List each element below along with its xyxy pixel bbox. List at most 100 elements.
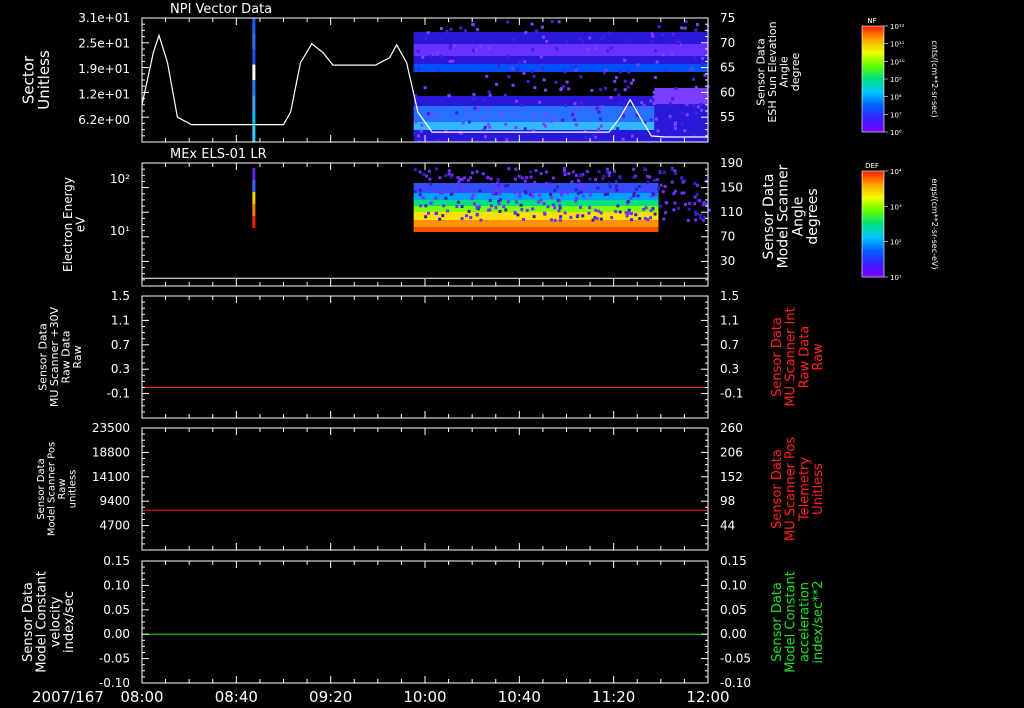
- heatmap-cell: [426, 112, 430, 116]
- heatmap-cell: [598, 117, 602, 121]
- time-tick-label: 08:00: [120, 688, 163, 706]
- heatmap-cell: [693, 195, 697, 199]
- y-tick-label-right: 98: [720, 494, 735, 508]
- heatmap-cell: [627, 208, 631, 212]
- y-tick-label-left: 14100: [92, 470, 130, 484]
- heatmap-cell: [473, 106, 477, 110]
- heatmap-cell: [618, 210, 622, 214]
- heatmap-cell: [447, 169, 451, 173]
- heatmap-cell: [649, 99, 653, 103]
- heatmap-cell: [673, 189, 677, 193]
- heatmap-cell: [426, 31, 430, 35]
- heatmap-cell: [252, 95, 256, 111]
- heatmap-cell: [557, 199, 561, 203]
- heatmap-cell: [559, 88, 563, 92]
- colorbar-tick-label: 10⁹: [890, 76, 902, 84]
- heatmap-cell: [584, 136, 588, 140]
- heatmap-cell: [539, 55, 543, 59]
- heatmap-cell: [685, 102, 689, 106]
- y-tick-label-right: 206: [720, 445, 743, 459]
- heatmap-cell: [456, 200, 460, 204]
- heatmap-cell: [596, 186, 600, 190]
- heatmap-cell: [673, 201, 677, 205]
- heatmap-cell: [252, 33, 256, 49]
- axis-label-line: unitless: [67, 470, 78, 509]
- colorbar-units: ergs/(cm**2-sr-sec-eV): [930, 178, 939, 269]
- heatmap-cell: [536, 200, 540, 204]
- heatmap-cell: [664, 68, 668, 72]
- heatmap-cell: [602, 71, 606, 75]
- heatmap-cell: [590, 106, 594, 110]
- heatmap-cell: [526, 79, 530, 83]
- heatmap-cell: [472, 97, 476, 101]
- heatmap-cell: [469, 216, 473, 220]
- heatmap-cell: [543, 112, 547, 116]
- heatmap-cell: [574, 199, 578, 203]
- heatmap-cell: [597, 170, 601, 174]
- heatmap-cell: [562, 85, 566, 89]
- colorbar-units-text: cnts/(cm**2-sr-sec): [930, 40, 939, 117]
- heatmap-cell: [488, 199, 492, 203]
- heatmap-cell: [424, 215, 428, 219]
- heatmap-cell: [543, 211, 547, 215]
- heatmap-cell: [487, 90, 491, 94]
- heatmap-cell: [252, 168, 256, 180]
- y-axis-label-right-3: Sensor DataMU Scanner IntRaw DataRaw: [770, 307, 826, 406]
- heatmap-cell: [612, 169, 616, 173]
- heatmap-cell: [573, 118, 577, 122]
- heatmap-cell: [511, 38, 515, 42]
- heatmap-cell: [470, 196, 474, 200]
- y-tick-label-left: 2.5e+01: [78, 37, 130, 51]
- y-axis-label-left-5: Sensor DataModel Constantvelocityindex/s…: [21, 571, 77, 673]
- heatmap-cell: [421, 55, 425, 59]
- heatmap-cell: [675, 100, 679, 104]
- heatmap-cell: [445, 30, 449, 34]
- y-tick-label-left: 1.5: [111, 289, 130, 303]
- heatmap-cell: [654, 49, 658, 53]
- heatmap-cell: [531, 207, 535, 211]
- y-tick-label-right: 190: [720, 156, 743, 170]
- heatmap-cell: [541, 67, 545, 71]
- heatmap-cell: [551, 203, 555, 207]
- heatmap-cell: [683, 129, 687, 133]
- y-tick-label-left: -0.1: [107, 387, 130, 401]
- heatmap-cell: [424, 36, 428, 40]
- heatmap-cell: [487, 46, 491, 50]
- y-tick-label-right: 0.05: [720, 603, 747, 617]
- heatmap-cell: [599, 88, 603, 92]
- heatmap-cell: [686, 218, 690, 222]
- heatmap-cell: [631, 78, 635, 82]
- y-tick-label-right: 70: [720, 36, 735, 50]
- y-axis-label-left-4: Sensor Data Model Scanner Pos Raw unitless: [36, 442, 79, 536]
- heatmap-cell: [565, 191, 569, 195]
- heatmap-cell: [445, 185, 449, 189]
- y-tick-label-right: 0.3: [720, 362, 739, 376]
- heatmap-cell: [622, 114, 626, 118]
- heatmap-band: [413, 183, 659, 193]
- heatmap-cell: [652, 95, 656, 99]
- heatmap-cell: [693, 202, 697, 206]
- heatmap-cell: [455, 204, 459, 208]
- heatmap-cell: [495, 82, 499, 86]
- colorbar-tick-label: 10⁷: [890, 111, 902, 119]
- y-tick-label-left: 4700: [99, 519, 130, 533]
- heatmap-cell: [464, 110, 468, 114]
- heatmap-cell: [617, 101, 621, 105]
- heatmap-cell: [416, 49, 420, 53]
- heatmap-cell: [504, 208, 508, 212]
- heatmap-cell: [517, 61, 521, 65]
- heatmap-cell: [608, 32, 612, 36]
- heatmap-cell: [661, 33, 665, 37]
- heatmap-cell: [429, 201, 433, 205]
- heatmap-cell: [448, 60, 452, 64]
- heatmap-cell: [689, 88, 693, 92]
- y-tick-label-right: 0.7: [720, 338, 739, 352]
- heatmap-cell: [548, 182, 552, 186]
- heatmap-cell: [462, 187, 466, 191]
- heatmap-cell: [525, 208, 529, 212]
- heatmap-cell: [644, 206, 648, 210]
- colorbar-label: DEF: [865, 162, 879, 170]
- heatmap-cell: [545, 170, 549, 174]
- heatmap-cell: [671, 97, 675, 101]
- heatmap-cell: [489, 204, 493, 208]
